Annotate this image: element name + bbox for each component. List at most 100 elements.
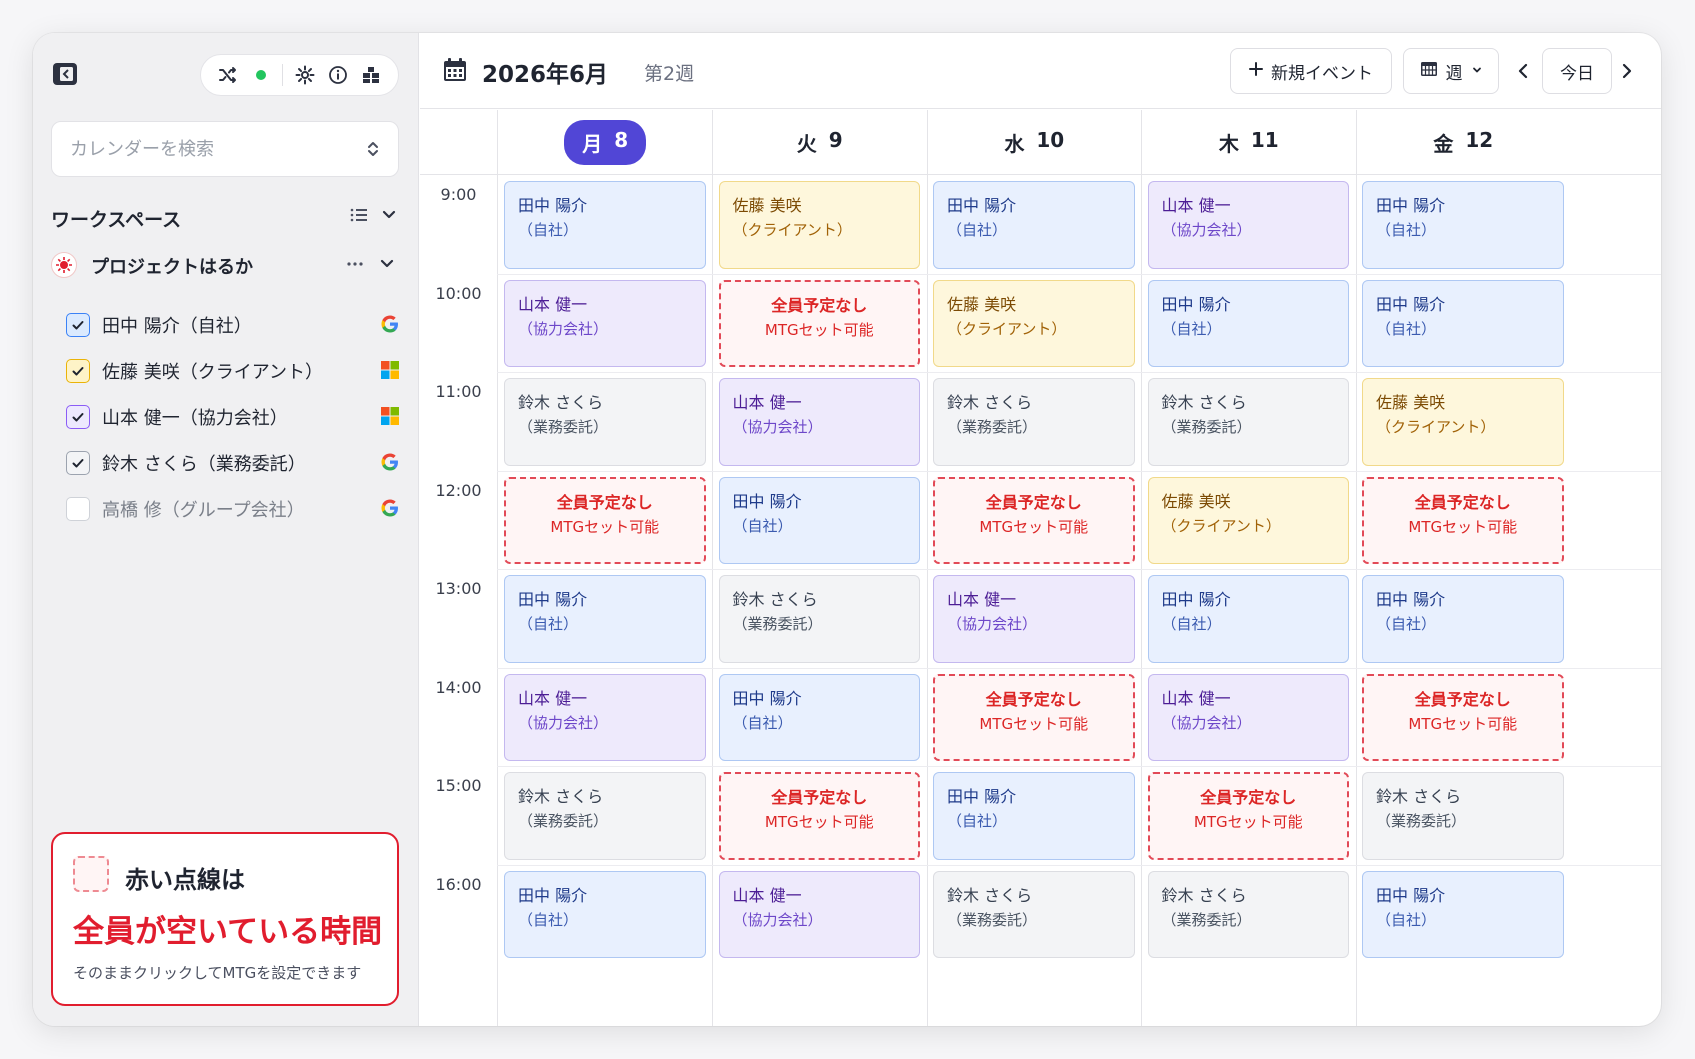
workspace-actions <box>349 205 399 229</box>
event-org: （クライアント） <box>1376 418 1496 436</box>
day-header-row: 月 8 火 9 水 10 木 11 金 12 <box>420 110 1661 175</box>
free-slot[interactable]: 全員予定なし MTGセット可能 <box>1147 772 1349 860</box>
event-block[interactable]: 田中 陽介 （自社） <box>718 476 920 564</box>
event-block[interactable]: 鈴木 さくら （業務委託） <box>504 378 706 466</box>
calendar-item[interactable]: 高橋 修（グループ会社） <box>66 491 402 537</box>
event-block[interactable]: 田中 陽介 （自社） <box>1147 575 1349 663</box>
event-block[interactable]: 田中 陽介 （自社） <box>1147 279 1349 367</box>
event-block[interactable]: 佐藤 美咲 （クライアント） <box>1147 476 1349 564</box>
event-block[interactable]: 山本 健一 （協力会社） <box>718 870 920 958</box>
free-slot-title: 全員予定なし <box>771 295 868 315</box>
event-org: （自社） <box>1376 221 1437 239</box>
event-block[interactable]: 田中 陽介 （自社） <box>933 181 1135 269</box>
event-block[interactable]: 鈴木 さくら （業務委託） <box>718 575 920 663</box>
event-org: （クライアント） <box>1161 516 1281 535</box>
more-icon[interactable] <box>345 254 365 278</box>
event-block[interactable]: 田中 陽介 （自社） <box>1362 575 1564 663</box>
event-block[interactable]: 鈴木 さくら （業務委託） <box>504 772 706 860</box>
free-slot[interactable]: 全員予定なし MTGセット可能 <box>718 279 920 367</box>
calendar-list: 田中 陽介（自社） 佐藤 美咲（クライアント） 山本 健一（協力会社） 鈴木 さくら（… <box>66 307 402 537</box>
google-icon <box>380 314 402 336</box>
event-block[interactable]: 田中 陽介 （自社） <box>933 772 1135 860</box>
column-divider <box>712 110 713 1026</box>
event-name: 鈴木 さくら <box>518 787 604 806</box>
event-name: 佐藤 美咲 <box>1376 393 1446 412</box>
project-row[interactable]: プロジェクトはるか <box>51 250 401 280</box>
chevron-down-icon[interactable] <box>379 205 399 229</box>
event-org: （自社） <box>732 713 793 732</box>
event-block[interactable]: 山本 健一 （協力会社） <box>1147 181 1349 269</box>
calendar-item[interactable]: 山本 健一（協力会社） <box>66 399 402 445</box>
calendar-checkbox[interactable] <box>66 451 90 475</box>
sidebar-toggle-icon[interactable] <box>51 60 79 88</box>
info-icon[interactable] <box>326 63 350 87</box>
calendar-checkbox[interactable] <box>66 497 90 521</box>
event-block[interactable]: 山本 健一 （協力会社） <box>504 673 706 761</box>
event-block[interactable]: 田中 陽介 （自社） <box>504 575 706 663</box>
day-header[interactable]: 水 10 <box>927 110 1142 175</box>
day-header[interactable]: 月8 <box>498 110 713 175</box>
day-header[interactable]: 木 11 <box>1142 110 1357 175</box>
free-slot[interactable]: 全員予定なし MTGセット可能 <box>504 476 706 564</box>
calendar-checkbox[interactable] <box>66 313 90 337</box>
chevron-down-icon[interactable] <box>377 254 397 278</box>
event-name: 山本 健一 <box>518 294 588 314</box>
day-header[interactable]: 金 12 <box>1356 110 1571 175</box>
event-block[interactable]: 鈴木 さくら （業務委託） <box>933 378 1135 466</box>
today-button[interactable]: 今日 <box>1542 48 1612 94</box>
free-slot[interactable]: 全員予定なし MTGセット可能 <box>1362 476 1564 564</box>
event-block[interactable]: 佐藤 美咲 （クライアント） <box>718 181 920 269</box>
day-date: 9 <box>828 128 843 152</box>
event-name: 山本 健一 <box>518 688 588 708</box>
event-block[interactable]: 山本 健一 （協力会社） <box>504 279 706 367</box>
chevron-up-down-icon[interactable] <box>362 138 384 160</box>
event-block[interactable]: 田中 陽介 （自社） <box>718 673 920 761</box>
free-slot[interactable]: 全員予定なし MTGセット可能 <box>718 772 920 860</box>
event-block[interactable]: 山本 健一 （協力会社） <box>718 378 920 466</box>
free-slot[interactable]: 全員予定なし MTGセット可能 <box>1362 673 1564 761</box>
event-block[interactable]: 田中 陽介 （自社） <box>1362 870 1564 958</box>
day-of-week: 火 <box>796 132 817 156</box>
calendar-item[interactable]: 田中 陽介（自社） <box>66 307 402 353</box>
new-event-button[interactable]: 新規イベント <box>1230 48 1392 94</box>
event-block[interactable]: 佐藤 美咲 （クライアント） <box>1362 378 1564 466</box>
event-block[interactable]: 田中 陽介 （自社） <box>1362 181 1564 269</box>
day-header[interactable]: 火9 <box>713 110 928 175</box>
free-slot-title: 全員予定なし <box>985 689 1082 709</box>
event-block[interactable]: 田中 陽介 （自社） <box>1362 279 1564 367</box>
apps-icon[interactable] <box>359 63 383 87</box>
event-block[interactable]: 田中 陽介 （自社） <box>504 181 706 269</box>
calendar-checkbox[interactable] <box>66 359 90 383</box>
sync-status-dot <box>249 63 273 87</box>
event-org: （自社） <box>518 910 579 929</box>
event-block[interactable]: 鈴木 さくら （業務委託） <box>1147 378 1349 466</box>
event-org: （業務委託） <box>518 812 609 830</box>
time-label: 16:00 <box>435 874 482 894</box>
next-week-icon[interactable] <box>1617 61 1637 81</box>
event-block[interactable]: 山本 健一 （協力会社） <box>1147 673 1349 761</box>
view-select[interactable]: 週 <box>1403 48 1499 94</box>
free-slot-sub: MTGセット可能 <box>1408 517 1518 536</box>
event-block[interactable]: 田中 陽介 （自社） <box>504 870 706 958</box>
time-gutter-divider <box>497 110 498 1026</box>
free-slot[interactable]: 全員予定なし MTGセット可能 <box>933 476 1135 564</box>
event-org: （業務委託） <box>518 418 609 436</box>
day-of-week: 金 <box>1433 132 1454 156</box>
event-block[interactable]: 佐藤 美咲 （クライアント） <box>933 279 1135 367</box>
calendar-item[interactable]: 佐藤 美咲（クライアント） <box>66 353 402 399</box>
prev-week-icon[interactable] <box>1513 61 1533 81</box>
event-block[interactable]: 山本 健一 （協力会社） <box>933 575 1135 663</box>
check-icon <box>72 459 84 468</box>
event-block[interactable]: 鈴木 さくら （業務委託） <box>1147 870 1349 958</box>
search-input[interactable] <box>52 122 352 176</box>
event-block[interactable]: 鈴木 さくら （業務委託） <box>1362 772 1564 860</box>
gear-icon[interactable] <box>293 63 317 87</box>
calendar-checkbox[interactable] <box>66 405 90 429</box>
list-icon[interactable] <box>349 205 369 229</box>
free-slot-title: 全員予定なし <box>1414 689 1511 709</box>
free-slot[interactable]: 全員予定なし MTGセット可能 <box>933 673 1135 761</box>
calendar-item[interactable]: 鈴木 さくら（業務委託） <box>66 445 402 491</box>
shuffle-icon[interactable] <box>216 63 240 87</box>
event-block[interactable]: 鈴木 さくら （業務委託） <box>933 870 1135 958</box>
calendar-label: 鈴木 さくら（業務委託） <box>102 454 306 475</box>
